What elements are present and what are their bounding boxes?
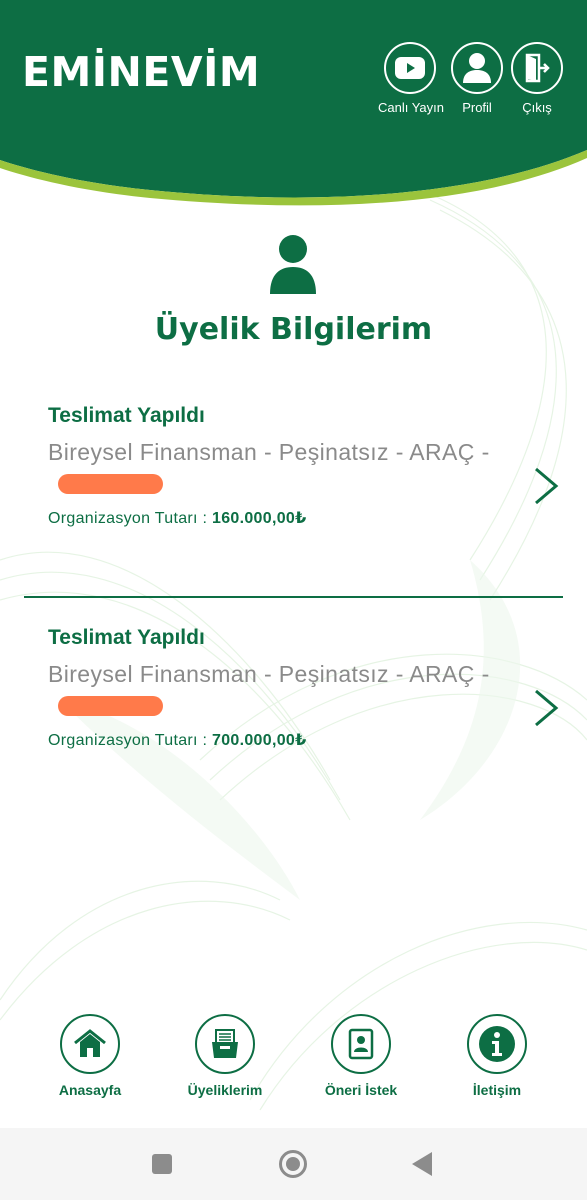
organization-amount-label: Organizasyon Tutarı : <box>48 732 213 749</box>
recent-apps-icon[interactable] <box>152 1154 172 1174</box>
profile-button[interactable]: Profil <box>445 42 509 115</box>
screen: EMİNEVİM Canlı Yayın Profil Çıkış Üyelik… <box>0 0 587 1200</box>
redacted-contract-number <box>48 694 168 716</box>
nav-memberships-label: Üyeliklerim <box>187 1082 263 1098</box>
chevron-right-icon[interactable] <box>532 466 560 506</box>
files-tray-icon <box>195 1014 255 1074</box>
logout-door-icon <box>511 42 563 94</box>
home-circle-icon[interactable] <box>279 1150 307 1178</box>
profile-label: Profil <box>462 100 492 115</box>
live-stream-label: Canlı Yayın <box>378 100 445 115</box>
card-divider <box>24 596 563 598</box>
organization-amount: Organizasyon Tutarı : 160.000,00₺ <box>48 508 548 528</box>
membership-status: Teslimat Yapıldı <box>48 404 205 427</box>
organization-amount-label: Organizasyon Tutarı : <box>48 510 213 527</box>
back-triangle-icon[interactable] <box>412 1152 432 1176</box>
youtube-play-icon <box>384 42 436 94</box>
nav-memberships-button[interactable]: Üyeliklerim <box>170 1014 280 1098</box>
membership-card[interactable]: Teslimat Yapıldı Bireysel Finansman - Pe… <box>48 626 559 750</box>
membership-plan: Bireysel Finansman - Peşinatsız - ARAÇ - <box>48 438 498 496</box>
nav-contact-button[interactable]: İletişim <box>442 1014 552 1098</box>
info-icon <box>467 1014 527 1074</box>
logout-button[interactable]: Çıkış <box>505 42 569 115</box>
contact-card-icon <box>331 1014 391 1074</box>
organization-amount-value: 700.000,00₺ <box>212 732 307 749</box>
nav-suggestion-button[interactable]: Öneri İstek <box>306 1014 416 1098</box>
organization-amount: Organizasyon Tutarı : 700.000,00₺ <box>48 730 548 750</box>
membership-plan: Bireysel Finansman - Peşinatsız - ARAÇ - <box>48 660 498 718</box>
brand-logo[interactable]: EMİNEVİM <box>22 48 260 96</box>
nav-suggestion-label: Öneri İstek <box>324 1082 398 1098</box>
membership-status: Teslimat Yapıldı <box>48 626 205 649</box>
logout-label: Çıkış <box>522 100 552 115</box>
membership-card[interactable]: Teslimat Yapıldı Bireysel Finansman - Pe… <box>48 404 559 528</box>
app-header: EMİNEVİM Canlı Yayın Profil Çıkış <box>0 0 587 210</box>
home-icon <box>60 1014 120 1074</box>
organization-amount-value: 160.000,00₺ <box>212 510 307 527</box>
redacted-contract-number <box>48 472 168 494</box>
user-icon <box>270 235 316 294</box>
system-navigation-bar <box>0 1128 587 1200</box>
nav-contact-label: İletişim <box>472 1082 522 1098</box>
user-icon <box>451 42 503 94</box>
membership-plan-text: Bireysel Finansman - Peşinatsız - ARAÇ - <box>48 661 490 687</box>
nav-home-button[interactable]: Anasayfa <box>35 1014 145 1098</box>
nav-home-label: Anasayfa <box>58 1082 122 1098</box>
live-stream-button[interactable]: Canlı Yayın <box>378 42 445 115</box>
membership-plan-text: Bireysel Finansman - Peşinatsız - ARAÇ - <box>48 439 490 465</box>
chevron-right-icon[interactable] <box>532 688 560 728</box>
page-title: Üyelik Bilgilerim <box>154 312 433 347</box>
